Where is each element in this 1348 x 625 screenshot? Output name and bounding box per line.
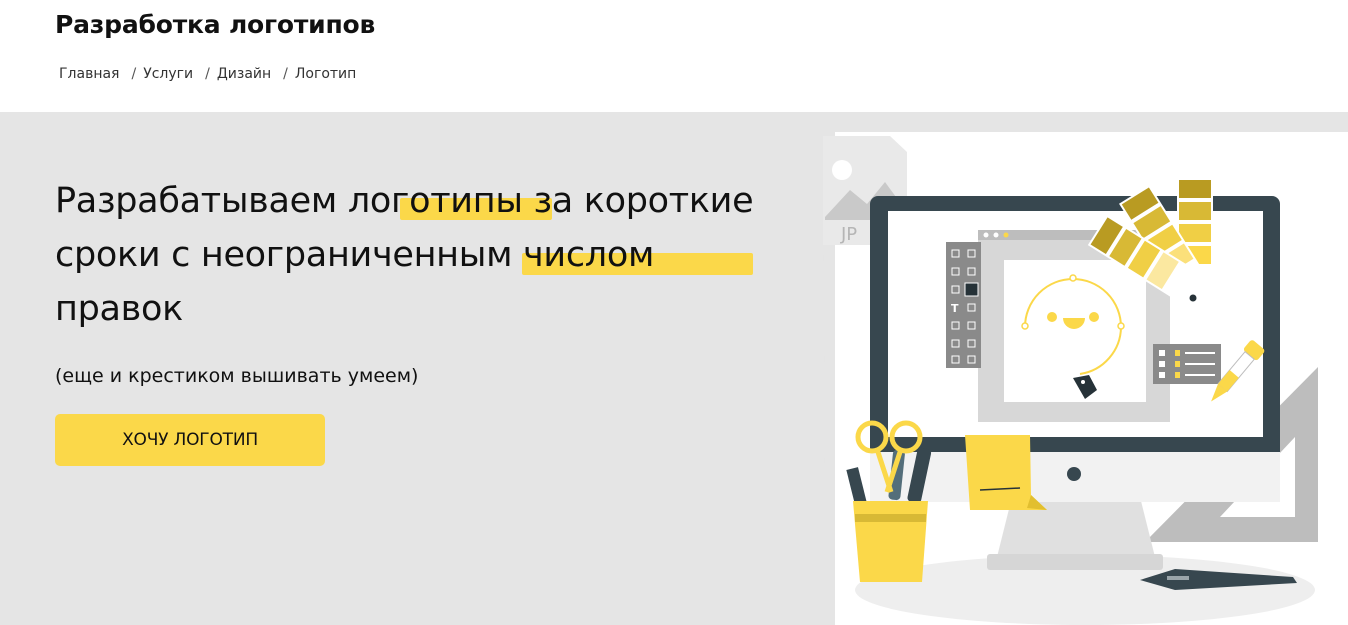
anchor-point — [1069, 274, 1077, 282]
breadcrumb-item-home[interactable]: Главная — [59, 66, 119, 82]
monitor-base — [987, 554, 1163, 570]
power-button — [1067, 467, 1081, 481]
anchor-point — [1117, 322, 1125, 330]
hero-subline: (еще и крестиком вышивать умеем) — [55, 365, 419, 387]
breadcrumb-item-current: Логотип — [294, 66, 357, 82]
hero-headline: Разрабатываем логотипы за короткие сроки… — [55, 174, 815, 336]
decor-square — [1300, 149, 1309, 158]
breadcrumb: Главная / Услуги / Дизайн / Логотип — [59, 66, 356, 82]
breadcrumb-separator: / — [283, 66, 288, 82]
breadcrumb-separator: / — [131, 66, 137, 82]
decor-square — [1300, 187, 1309, 196]
breadcrumb-separator: / — [205, 66, 210, 82]
designer-workspace-illustration: JP T — [823, 132, 1348, 625]
file-tag-text: JP — [840, 224, 857, 245]
page-title: Разработка логотипов — [55, 10, 376, 39]
decor-square — [1217, 149, 1226, 158]
smiley-eye — [1047, 312, 1057, 322]
order-logo-button[interactable]: ХОЧУ ЛОГОТИП — [55, 414, 325, 466]
breadcrumb-item-services[interactable]: Услуги — [143, 66, 193, 82]
swatch-pin — [1189, 294, 1197, 302]
hero-headline-line-3: правок — [55, 289, 183, 329]
anchor-point — [1021, 322, 1029, 330]
type-tool-icon: T — [951, 302, 959, 315]
hero-headline-line-1: Разрабатываем логотипы за короткие — [55, 181, 754, 221]
breadcrumb-item-design[interactable]: Дизайн — [217, 66, 271, 82]
hero-section: Разрабатываем логотипы за короткие сроки… — [0, 112, 1348, 625]
smiley-eye — [1089, 312, 1099, 322]
page-header: Разработка логотипов Главная / Услуги / … — [0, 0, 1348, 112]
hero-headline-line-2: сроки с неограниченным числом — [55, 235, 655, 275]
decor-square — [1258, 149, 1267, 158]
